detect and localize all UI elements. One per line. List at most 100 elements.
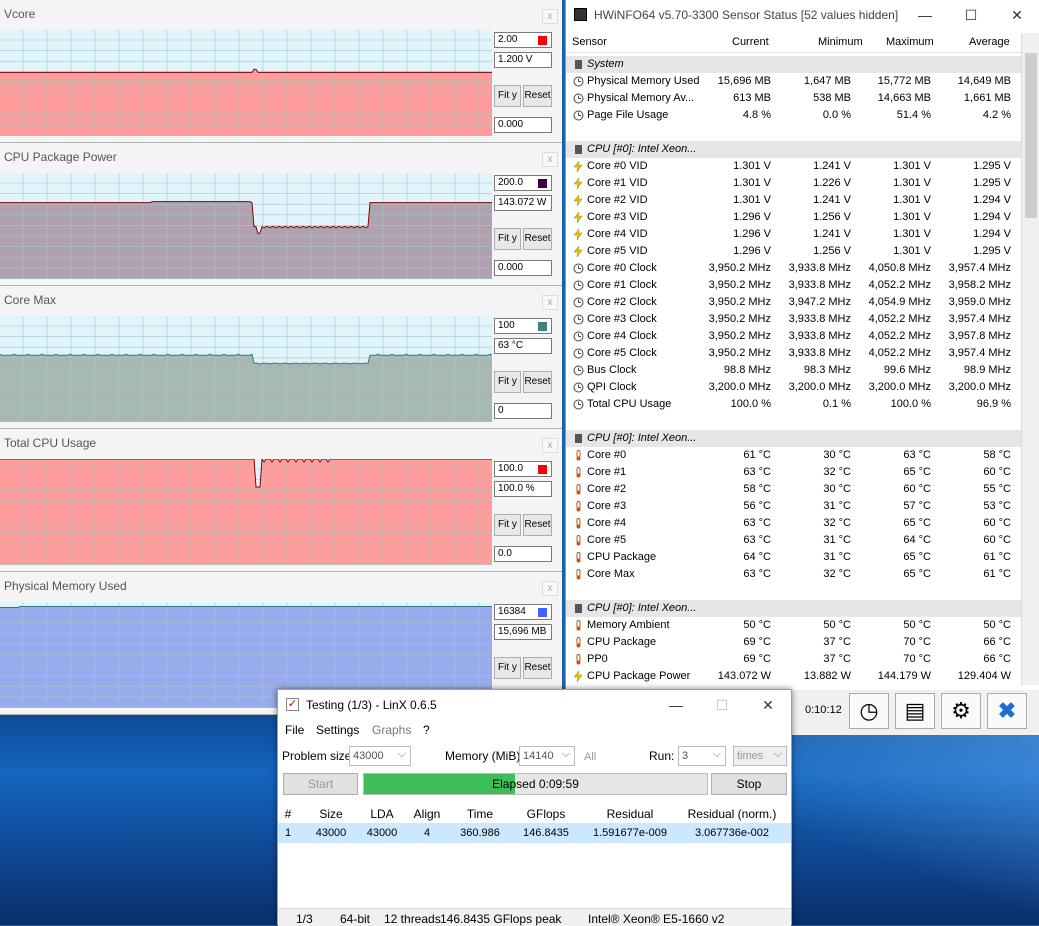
sensor-row[interactable]: Physical Memory Av... 613 MB 538 MB 14,663 … — [566, 90, 1021, 107]
sensor-group[interactable]: CPU [#0]: Intel Xeon... — [566, 600, 1021, 617]
close-sensors-icon[interactable]: ✖ — [987, 693, 1027, 729]
graph-max-value[interactable]: 100 — [494, 318, 552, 334]
graph-close-button[interactable]: x — [542, 152, 558, 167]
sensor-row[interactable]: Core #4 63 °C 32 °C 65 °C 60 °C — [566, 515, 1021, 532]
sensor-row[interactable]: Core #2 VID 1.301 V 1.241 V 1.301 V 1.294 V — [566, 192, 1021, 209]
minimize-button[interactable]: — — [902, 0, 948, 30]
sensor-group[interactable]: CPU [#0]: Intel Xeon... — [566, 430, 1021, 447]
results-col-5[interactable]: GFlops — [514, 807, 578, 821]
graph-close-button[interactable]: x — [542, 581, 558, 596]
problem-size-combo[interactable]: 43000 — [349, 745, 411, 766]
results-col-2[interactable]: LDA — [358, 807, 406, 821]
results-col-3[interactable]: Align — [408, 807, 446, 821]
results-col-4[interactable]: Time — [448, 807, 512, 821]
start-button[interactable]: Start — [283, 773, 358, 795]
sensor-row[interactable]: Core #2 58 °C 30 °C 60 °C 55 °C — [566, 481, 1021, 498]
graph-close-button[interactable]: x — [542, 295, 558, 310]
sensor-row[interactable]: Core #5 Clock 3,950.2 MHz 3,933.8 MHz 4,052… — [566, 345, 1021, 362]
sensor-row[interactable]: CPU Package 69 °C 37 °C 70 °C 66 °C — [566, 634, 1021, 651]
results-col-1[interactable]: Size — [306, 807, 356, 821]
sensor-row[interactable]: Page File Usage 4.8 % 0.0 % 51.4 % 4.2 % — [566, 107, 1021, 124]
linx-maximize-button[interactable]: ☐ — [699, 690, 745, 720]
reset-button[interactable]: Reset — [523, 371, 552, 393]
sensor-row[interactable]: Core #3 Clock 3,950.2 MHz 3,933.8 MHz 4,052… — [566, 311, 1021, 328]
graph-close-button[interactable]: x — [542, 438, 558, 453]
sensor-minimum: 0.0 % — [822, 109, 851, 121]
reset-button[interactable]: Reset — [523, 228, 552, 250]
run-unit-combo[interactable]: times — [733, 745, 787, 766]
sensor-row[interactable]: CPU Package Power 143.072 W 13.882 W 144.17… — [566, 668, 1021, 685]
linx-close-button[interactable]: ✕ — [745, 690, 791, 720]
scrollbar-thumb[interactable] — [1025, 53, 1037, 218]
clock-icon[interactable]: ◷ — [849, 693, 889, 729]
sensor-row[interactable]: Bus Clock 98.8 MHz 98.3 MHz 99.6 MHz 98.9 MH… — [566, 362, 1021, 379]
color-swatch[interactable] — [538, 608, 547, 617]
graph-max-value[interactable]: 200.0 — [494, 175, 552, 191]
run-count-combo[interactable]: 3 — [678, 745, 726, 766]
results-col-6[interactable]: Residual — [580, 807, 680, 821]
linx-title-bar[interactable]: ✓ Testing (1/3) - LinX 0.6.5 — ☐ ✕ — [278, 690, 791, 720]
hwinfo-title-bar[interactable]: HWiNFO64 v5.70-3300 Sensor Status [52 va… — [566, 0, 1039, 30]
maximize-button[interactable]: ☐ — [948, 0, 994, 30]
reset-button[interactable]: Reset — [523, 85, 552, 107]
table-row[interactable]: 1 43000 43000 4 360.986 146.8435 1.591677e-009… — [278, 823, 791, 843]
menu-file[interactable]: File — [285, 723, 304, 737]
reset-button[interactable]: Reset — [523, 657, 552, 679]
sensor-row[interactable]: Core #5 VID 1.296 V 1.256 V 1.301 V 1.295 V — [566, 243, 1021, 260]
graph-plot — [0, 316, 492, 422]
col-current[interactable]: Current — [732, 36, 769, 48]
sensor-row[interactable]: Core #0 VID 1.301 V 1.241 V 1.301 V 1.295 V — [566, 158, 1021, 175]
results-col-0[interactable]: # — [280, 807, 296, 821]
sensor-scrollbar[interactable] — [1021, 33, 1039, 685]
fit-y-button[interactable]: Fit y — [494, 85, 521, 107]
color-swatch[interactable] — [538, 179, 547, 188]
sensor-row[interactable]: Core #3 56 °C 31 °C 57 °C 53 °C — [566, 498, 1021, 515]
fit-y-button[interactable]: Fit y — [494, 514, 521, 536]
sensor-row[interactable]: Core #3 VID 1.296 V 1.256 V 1.301 V 1.294 V — [566, 209, 1021, 226]
menu-graphs[interactable]: Graphs — [372, 723, 411, 737]
report-icon[interactable]: ▤ — [895, 693, 935, 729]
graph-max-value[interactable]: 16384 — [494, 604, 552, 620]
sensor-row[interactable]: Core Max 63 °C 32 °C 65 °C 61 °C — [566, 566, 1021, 583]
close-button[interactable]: ✕ — [994, 0, 1039, 30]
all-option[interactable]: All — [584, 751, 596, 763]
graph-max-value[interactable]: 2.00 — [494, 32, 552, 48]
sensor-row[interactable]: Core #4 VID 1.296 V 1.241 V 1.301 V 1.294 V — [566, 226, 1021, 243]
sensor-row[interactable]: Total CPU Usage 100.0 % 0.1 % 100.0 % 96.9 % — [566, 396, 1021, 413]
sensor-row[interactable]: Core #4 Clock 3,950.2 MHz 3,933.8 MHz 4,052… — [566, 328, 1021, 345]
sensor-row[interactable]: QPI Clock 3,200.0 MHz 3,200.0 MHz 3,200.0 M… — [566, 379, 1021, 396]
menu-settings[interactable]: Settings — [316, 723, 359, 737]
stop-button[interactable]: Stop — [711, 773, 787, 795]
sensor-row[interactable]: Memory Ambient 50 °C 50 °C 50 °C 50 °C — [566, 617, 1021, 634]
color-swatch[interactable] — [538, 465, 547, 474]
col-average[interactable]: Average — [969, 36, 1010, 48]
sensor-group[interactable]: CPU [#0]: Intel Xeon... — [566, 141, 1021, 158]
sensor-row[interactable]: Core #2 Clock 3,950.2 MHz 3,947.2 MHz 4,054… — [566, 294, 1021, 311]
menu-help[interactable]: ? — [423, 723, 430, 737]
fit-y-button[interactable]: Fit y — [494, 657, 521, 679]
sensor-row[interactable]: PP0 69 °C 37 °C 70 °C 66 °C — [566, 651, 1021, 668]
sensor-row[interactable]: Core #0 Clock 3,950.2 MHz 3,933.8 MHz 4,050… — [566, 260, 1021, 277]
col-maximum[interactable]: Maximum — [886, 36, 934, 48]
sensor-group[interactable]: System — [566, 56, 1021, 73]
color-swatch[interactable] — [538, 322, 547, 331]
gear-icon[interactable]: ⚙ — [941, 693, 981, 729]
sensor-row[interactable]: Core #1 Clock 3,950.2 MHz 3,933.8 MHz 4,052… — [566, 277, 1021, 294]
reset-button[interactable]: Reset — [523, 514, 552, 536]
fit-y-button[interactable]: Fit y — [494, 371, 521, 393]
sensor-row[interactable]: Core #1 VID 1.301 V 1.226 V 1.301 V 1.295 V — [566, 175, 1021, 192]
linx-minimize-button[interactable]: — — [653, 690, 699, 720]
color-swatch[interactable] — [538, 36, 547, 45]
col-sensor[interactable]: Sensor — [572, 36, 607, 48]
sensor-row[interactable]: Core #1 63 °C 32 °C 65 °C 60 °C — [566, 464, 1021, 481]
graph-max-value[interactable]: 100.0 — [494, 461, 552, 477]
col-minimum[interactable]: Minimum — [818, 36, 863, 48]
sensor-row[interactable]: Physical Memory Used 15,696 MB 1,647 MB 15,… — [566, 73, 1021, 90]
sensor-row[interactable]: Core #0 61 °C 30 °C 63 °C 58 °C — [566, 447, 1021, 464]
graph-close-button[interactable]: x — [542, 9, 558, 24]
sensor-row[interactable]: Core #5 63 °C 31 °C 64 °C 60 °C — [566, 532, 1021, 549]
fit-y-button[interactable]: Fit y — [494, 228, 521, 250]
memory-combo[interactable]: 14140 — [519, 745, 575, 766]
results-col-7[interactable]: Residual (norm.) — [676, 807, 788, 821]
sensor-row[interactable]: CPU Package 64 °C 31 °C 65 °C 61 °C — [566, 549, 1021, 566]
